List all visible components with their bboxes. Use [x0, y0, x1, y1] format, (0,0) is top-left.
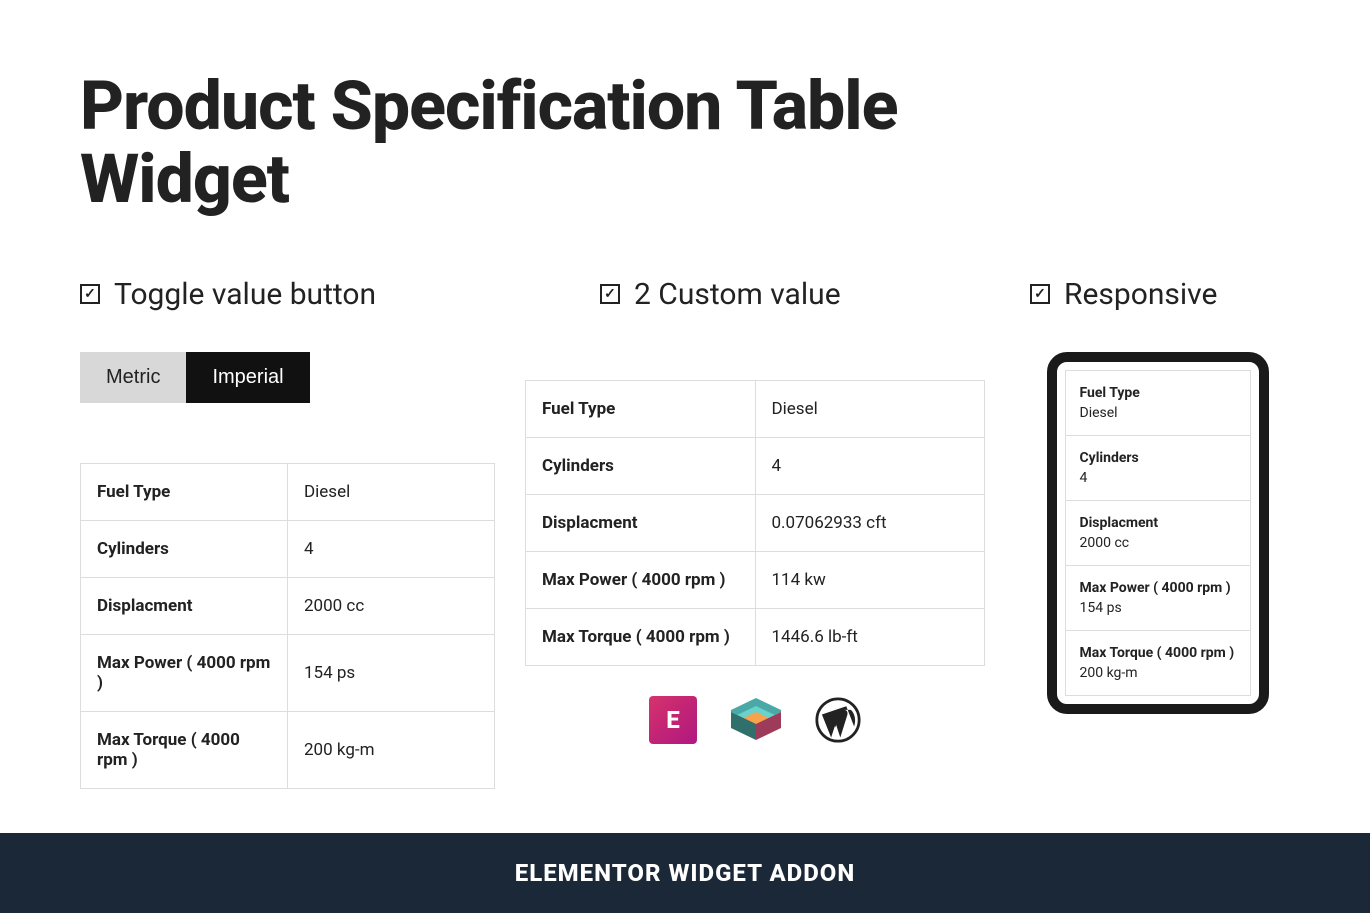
spec-label: Max Power ( 4000 rpm ): [526, 551, 756, 608]
logo-row: E: [525, 696, 985, 744]
spec-value: 4: [755, 437, 985, 494]
spec-label: Cylinders: [526, 437, 756, 494]
spec-label: Max Torque ( 4000 rpm ): [1080, 645, 1236, 661]
elementor-icon: E: [649, 696, 697, 744]
table-row: Fuel TypeDiesel: [526, 380, 985, 437]
spec-label: Displacment: [81, 577, 288, 634]
table-row: Max Torque ( 4000 rpm )1446.6 lb-ft: [526, 608, 985, 665]
table-row: Max Power ( 4000 rpm )154 ps: [81, 634, 495, 711]
feature-label: 2 Custom value: [634, 277, 841, 312]
spec-label: Max Torque ( 4000 rpm ): [81, 711, 288, 788]
table-row: Cylinders4: [81, 520, 495, 577]
spec-label: Cylinders: [81, 520, 288, 577]
spec-value: Diesel: [1080, 405, 1236, 421]
spec-value: Diesel: [755, 380, 985, 437]
feature-label: Toggle value button: [114, 277, 376, 312]
list-item: Cylinders 4: [1066, 436, 1250, 501]
feature-label: Responsive: [1064, 277, 1217, 312]
spec-value: 154 ps: [288, 634, 495, 711]
spec-label: Fuel Type: [526, 380, 756, 437]
column-custom-table: Fuel TypeDiesel Cylinders4 Displacment0.…: [525, 352, 1025, 744]
table-row: Displacment2000 cc: [81, 577, 495, 634]
feature-list: ✓ Toggle value button ✓ 2 Custom value ✓…: [80, 277, 1290, 312]
page-title: Product Specification Table Widget: [80, 70, 980, 217]
spec-value: 200 kg-m: [288, 711, 495, 788]
spec-value: 1446.6 lb-ft: [755, 608, 985, 665]
footer-banner: ELEMENTOR WIDGET ADDON: [0, 833, 1370, 913]
feature-custom-value: ✓ 2 Custom value: [600, 277, 1030, 312]
spec-label: Max Power ( 4000 rpm ): [1080, 580, 1236, 596]
list-item: Max Power ( 4000 rpm ) 154 ps: [1066, 566, 1250, 631]
spec-label: Fuel Type: [81, 463, 288, 520]
spec-value: 0.07062933 cft: [755, 494, 985, 551]
spec-value: 154 ps: [1080, 600, 1236, 616]
list-item: Max Torque ( 4000 rpm ) 200 kg-m: [1066, 631, 1250, 695]
spec-label: Max Power ( 4000 rpm ): [81, 634, 288, 711]
metric-button[interactable]: Metric: [80, 352, 186, 403]
spec-value: 2000 cc: [288, 577, 495, 634]
table-row: Max Torque ( 4000 rpm )200 kg-m: [81, 711, 495, 788]
table-row: Fuel TypeDiesel: [81, 463, 495, 520]
spec-value: 2000 cc: [1080, 535, 1236, 551]
feature-toggle-value: ✓ Toggle value button: [80, 277, 600, 312]
spec-table-imperial: Fuel TypeDiesel Cylinders4 Displacment0.…: [525, 380, 985, 666]
widget-pack-icon: [721, 698, 791, 742]
column-responsive: Fuel Type Diesel Cylinders 4 Displacment…: [1025, 352, 1290, 714]
imperial-button[interactable]: Imperial: [186, 352, 309, 403]
spec-value: Diesel: [288, 463, 495, 520]
unit-toggle: Metric Imperial: [80, 352, 310, 403]
table-row: Displacment0.07062933 cft: [526, 494, 985, 551]
wordpress-icon: [815, 697, 861, 743]
list-item: Displacment 2000 cc: [1066, 501, 1250, 566]
table-row: Max Power ( 4000 rpm )114 kw: [526, 551, 985, 608]
feature-responsive: ✓ Responsive: [1030, 277, 1290, 312]
spec-value: 200 kg-m: [1080, 665, 1236, 681]
spec-label: Cylinders: [1080, 450, 1236, 466]
spec-label: Displacment: [1080, 515, 1236, 531]
table-row: Cylinders4: [526, 437, 985, 494]
spec-label: Displacment: [526, 494, 756, 551]
list-item: Fuel Type Diesel: [1066, 371, 1250, 436]
spec-value: 4: [288, 520, 495, 577]
check-icon: ✓: [600, 284, 620, 304]
check-icon: ✓: [80, 284, 100, 304]
spec-value: 4: [1080, 470, 1236, 486]
check-icon: ✓: [1030, 284, 1050, 304]
spec-value: 114 kw: [755, 551, 985, 608]
spec-table-metric: Fuel TypeDiesel Cylinders4 Displacment20…: [80, 463, 495, 789]
phone-mockup: Fuel Type Diesel Cylinders 4 Displacment…: [1047, 352, 1269, 714]
column-toggle-table: Metric Imperial Fuel TypeDiesel Cylinder…: [80, 352, 525, 789]
spec-label: Fuel Type: [1080, 385, 1236, 401]
spec-label: Max Torque ( 4000 rpm ): [526, 608, 756, 665]
